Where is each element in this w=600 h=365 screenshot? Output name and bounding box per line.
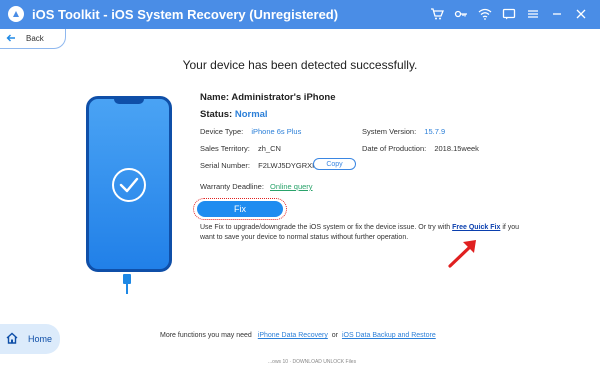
cart-icon[interactable] bbox=[426, 5, 448, 23]
production-value: 2018.15week bbox=[434, 144, 479, 153]
back-button[interactable]: Back bbox=[0, 29, 66, 49]
device-name-row: Name: Administrator's iPhone bbox=[200, 92, 335, 103]
footer-or: or bbox=[331, 332, 339, 339]
device-type-label: Device Type: bbox=[200, 127, 244, 136]
ios-backup-restore-link[interactable]: iOS Data Backup and Restore bbox=[342, 332, 436, 339]
minimize-icon[interactable] bbox=[546, 5, 568, 23]
key-icon[interactable] bbox=[450, 5, 472, 23]
serial-row: Serial Number: F2LWJ5DYGRXH bbox=[200, 161, 318, 170]
cutoff-text: ...ows 10 · DOWNLOAD UNLOCK Files bbox=[268, 359, 357, 365]
app-logo-icon bbox=[8, 6, 24, 22]
sales-territory-row: Sales Territory: zh_CN bbox=[200, 144, 281, 153]
cable-wire bbox=[126, 284, 128, 294]
page-heading: Your device has been detected successful… bbox=[182, 58, 418, 72]
home-label: Home bbox=[28, 334, 53, 344]
warranty-row: Warranty Deadline: Online query bbox=[200, 182, 313, 191]
status-value: Normal bbox=[234, 109, 268, 120]
system-version-row: System Version: 15.7.9 bbox=[362, 127, 445, 136]
window-title: iOS Toolkit - iOS System Recovery (Unreg… bbox=[32, 7, 339, 22]
device-type-value: iPhone 6s Plus bbox=[251, 127, 302, 136]
feedback-icon[interactable] bbox=[498, 5, 520, 23]
desc-text-1: Use Fix to upgrade/downgrade the iOS sys… bbox=[200, 224, 451, 231]
footer-prefix: More functions you may need bbox=[160, 332, 252, 339]
status-label: Status: bbox=[200, 109, 233, 120]
serial-value: F2LWJ5DYGRXH bbox=[258, 161, 318, 170]
name-value: Administrator's iPhone bbox=[231, 92, 336, 103]
system-version-value: 15.7.9 bbox=[424, 127, 446, 136]
cable-plug bbox=[123, 274, 131, 284]
online-query-link[interactable]: Online query bbox=[270, 182, 313, 191]
iphone-data-recovery-link[interactable]: iPhone Data Recovery bbox=[258, 332, 328, 339]
warranty-label: Warranty Deadline: bbox=[200, 182, 264, 191]
sales-territory-label: Sales Territory: bbox=[200, 144, 250, 153]
back-label: Back bbox=[26, 34, 44, 43]
home-icon bbox=[6, 332, 18, 346]
production-row: Date of Production: 2018.15week bbox=[362, 144, 479, 153]
sales-territory-value: zh_CN bbox=[257, 144, 281, 153]
serial-label: Serial Number: bbox=[200, 161, 251, 170]
copy-button[interactable]: Copy bbox=[313, 158, 356, 170]
menu-icon[interactable] bbox=[522, 5, 544, 23]
check-circle-icon bbox=[112, 168, 146, 202]
free-quick-fix-link[interactable]: Free Quick Fix bbox=[452, 224, 500, 231]
back-arrow-icon bbox=[6, 34, 16, 44]
close-icon[interactable] bbox=[570, 5, 592, 23]
wifi-icon[interactable] bbox=[474, 5, 496, 23]
red-arrow-icon bbox=[448, 240, 476, 268]
name-label: Name: bbox=[200, 92, 230, 103]
status-row: Status: Normal bbox=[200, 109, 268, 120]
footer-text: More functions you may need iPhone Data … bbox=[160, 332, 436, 339]
fix-description: Use Fix to upgrade/downgrade the iOS sys… bbox=[200, 223, 530, 243]
phone-illustration bbox=[86, 96, 172, 272]
title-bar: iOS Toolkit - iOS System Recovery (Unreg… bbox=[0, 0, 600, 29]
system-version-label: System Version: bbox=[362, 127, 417, 136]
fix-button[interactable]: Fix bbox=[197, 201, 283, 217]
device-type-row: Device Type: iPhone 6s Plus bbox=[200, 127, 301, 136]
phone-notch bbox=[114, 98, 144, 104]
home-button[interactable]: Home bbox=[0, 324, 60, 354]
production-label: Date of Production: bbox=[362, 144, 427, 153]
